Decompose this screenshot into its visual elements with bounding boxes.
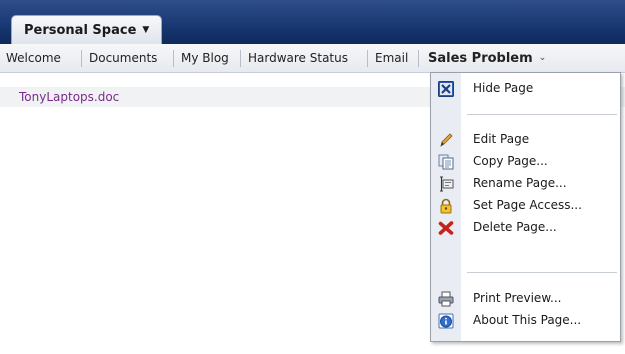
- menu-item-label: About This Page...: [473, 313, 582, 327]
- tab-welcome[interactable]: Welcome: [0, 44, 67, 72]
- tab-label: Sales Problem: [428, 50, 533, 66]
- tab-divider: [173, 50, 174, 67]
- tab-documents[interactable]: Documents: [83, 44, 163, 72]
- menu-item-print-preview[interactable]: Print Preview...: [431, 288, 620, 310]
- hide-page-icon: [438, 81, 454, 97]
- menu-item-label: Copy Page...: [473, 154, 548, 168]
- menu-item-rename-page[interactable]: Rename Page...: [431, 173, 620, 195]
- menu-item-copy-page[interactable]: Copy Page...: [431, 151, 620, 173]
- menu-item-delete-page[interactable]: Delete Page...: [431, 217, 620, 239]
- printer-icon: [438, 291, 454, 307]
- tab-label: Hardware Status: [248, 51, 348, 65]
- menu-item-edit-page[interactable]: Edit Page: [431, 129, 620, 151]
- page-tabs-bar: Welcome Documents My Blog Hardware Statu…: [0, 44, 625, 73]
- tab-email[interactable]: Email: [369, 44, 414, 72]
- tab-my-blog[interactable]: My Blog: [175, 44, 235, 72]
- document-link[interactable]: TonyLaptops.doc: [19, 90, 119, 104]
- tab-divider: [418, 50, 419, 67]
- caret-down-icon[interactable]: ▼: [142, 25, 149, 35]
- pencil-icon: [440, 133, 453, 147]
- delete-icon: [438, 221, 454, 235]
- tab-hardware-status[interactable]: Hardware Status: [242, 44, 354, 72]
- space-header-bar: Personal Space ▼: [0, 0, 625, 44]
- copy-page-icon: [438, 154, 454, 170]
- menu-divider: [467, 272, 617, 273]
- tab-label: My Blog: [181, 51, 229, 65]
- tab-divider: [81, 50, 82, 67]
- page-actions-menu: Hide Page Edit Page Copy Page... Rename …: [430, 72, 621, 342]
- info-icon: [438, 313, 454, 329]
- menu-item-label: Rename Page...: [473, 176, 567, 190]
- menu-item-about-page[interactable]: About This Page...: [431, 310, 620, 332]
- tab-label: Welcome: [6, 51, 61, 65]
- menu-item-label: Print Preview...: [473, 291, 562, 305]
- menu-item-label: Set Page Access...: [473, 198, 582, 212]
- chevron-down-icon[interactable]: ⌄: [539, 53, 547, 63]
- space-tab-label: Personal Space: [24, 22, 137, 38]
- tab-divider: [367, 50, 368, 67]
- menu-item-set-page-access[interactable]: Set Page Access...: [431, 195, 620, 217]
- menu-item-label: Delete Page...: [473, 220, 557, 234]
- tab-label: Email: [375, 51, 409, 65]
- menu-item-hide-page[interactable]: Hide Page: [431, 78, 620, 100]
- menu-item-label: Edit Page: [473, 132, 530, 146]
- rename-icon: [440, 176, 454, 192]
- personal-space-tab[interactable]: Personal Space ▼: [11, 15, 162, 44]
- tab-sales-problem[interactable]: Sales Problem ⌄: [422, 44, 552, 72]
- tab-label: Documents: [89, 51, 158, 65]
- menu-divider: [467, 114, 617, 115]
- menu-item-label: Hide Page: [473, 81, 534, 95]
- tab-divider: [240, 50, 241, 67]
- lock-icon: [440, 198, 452, 214]
